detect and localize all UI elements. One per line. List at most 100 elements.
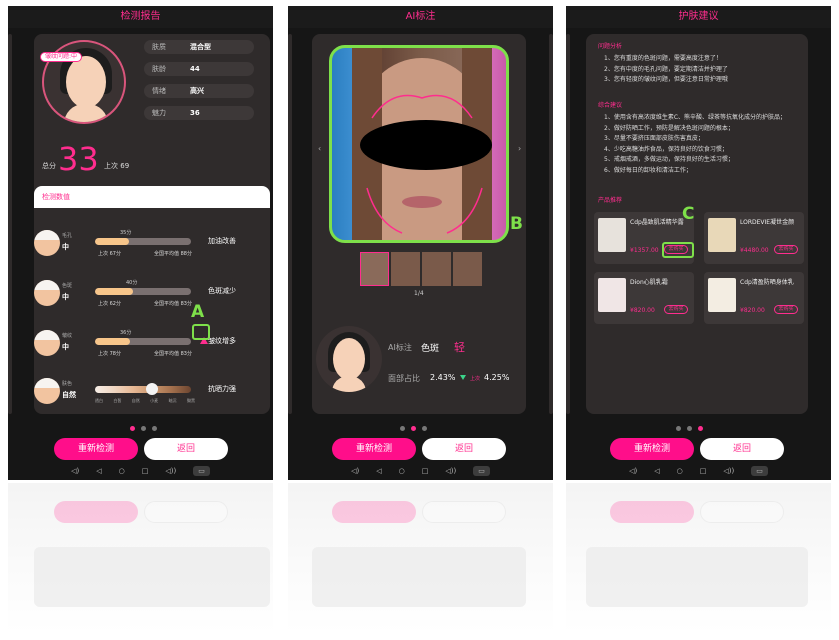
photo-thumbnails [360,252,482,286]
ai-type: 色斑 [421,344,440,354]
skin-tone-bar [95,386,191,393]
retest-button[interactable]: 重新检测 [332,438,416,460]
thumbnail-2[interactable] [391,252,420,286]
detection-report-screen: 检测报告 皱纹问题:中 肤质 混合型 肤龄 44 情绪 高兴 魅力 36 总分 33 上… [8,6,273,480]
system-nav-bar: ◁) ◁ ○ □ ◁)) ▭ [8,462,273,480]
metric-skin-tone: 肤色 自然 透白 白皙 自然 小麦 暗沉 黝黑 抗晒力强 [34,372,273,416]
advice-title: 综合建议 [598,102,623,109]
system-nav-bar: ◁) ◁ ○ □ ◁)) ▭ [288,462,553,480]
stage: 检测报告 皱纹问题:中 肤质 混合型 肤龄 44 情绪 高兴 魅力 36 总分 33 上… [0,0,839,640]
next-card-peek [549,34,553,414]
volume-down-icon[interactable]: ◁) [629,467,637,475]
page-title: 检测报告 [8,6,273,28]
product-card-3[interactable]: Dion心肌乳霜 ¥820.00 去购买 [594,272,694,324]
stat-skin-type: 肤质 混合型 [144,40,254,54]
spots-icon [34,280,60,306]
total-score: 33 [58,140,99,178]
buy-button[interactable]: 去购买 [774,305,798,314]
stat-charm: 魅力 36 [144,106,254,120]
annotation-a: A [191,302,205,322]
skincare-advice-screen: 护肤建议 问题分析 1、您有重度的色斑问题，需要高度注意了！ 2、您有中度的毛孔… [566,6,831,480]
last-label: 上次 [470,376,481,382]
ratio-label: 面部占比 [388,374,420,383]
prev-card-peek [288,34,292,414]
product-image [708,278,736,312]
prev-photo-icon[interactable]: ‹ [318,144,321,153]
page-title: 护肤建议 [566,6,831,28]
thumbnail-3[interactable] [422,252,451,286]
tab-detection-values[interactable]: 检测数值 [34,186,270,208]
product-card-4[interactable]: Cdp清盈防晒身体乳 ¥820.00 去购买 [704,272,804,324]
home-icon[interactable]: ○ [677,467,683,475]
page-title: AI标注 [288,6,553,28]
recents-icon[interactable]: □ [142,467,149,475]
back-icon[interactable]: ◁ [96,467,101,475]
last-score: 上次 69 [104,162,130,170]
recents-icon[interactable]: □ [700,467,707,475]
recents-icon[interactable]: □ [422,467,429,475]
metric-spots: 色斑 中 40分 上次 62分 全国平均值 83分 色斑减少 [34,274,273,318]
product-image [598,278,626,312]
page-dots [400,426,427,431]
back-button[interactable]: 返回 [422,438,506,460]
screenshot-icon[interactable]: ▭ [751,466,768,476]
face-diagram [316,326,382,392]
skin-tone-icon [34,378,60,404]
volume-up-icon[interactable]: ◁)) [445,467,456,475]
page-dots [130,426,157,431]
face-photo [329,45,509,243]
prev-card-peek [8,34,12,414]
annotation-b: B [510,214,523,234]
back-button[interactable]: 返回 [700,438,784,460]
home-icon[interactable]: ○ [119,467,125,475]
annotation-c: C [682,204,695,224]
prev-card-peek [566,34,570,414]
buy-button[interactable]: 去购买 [774,245,798,254]
metric-pores: 毛孔 中 35分 上次 67分 全国平均值 88分 加油改善 [34,224,273,268]
screenshot-icon[interactable]: ▭ [473,466,490,476]
thumbnail-4[interactable] [453,252,482,286]
volume-down-icon[interactable]: ◁) [351,467,359,475]
ai-annotation-screen: AI标注 ‹ › B 1/4 AI标注 色斑 轻 面部占比 2.43% 上次 4… [288,6,553,480]
volume-up-icon[interactable]: ◁)) [723,467,734,475]
home-icon[interactable]: ○ [399,467,405,475]
product-image [598,218,626,252]
annotation-a-box [192,324,210,340]
ratio-value: 2.43% [430,373,456,382]
reflection-1 [8,483,273,633]
back-icon[interactable]: ◁ [376,467,381,475]
retest-button[interactable]: 重新检测 [54,438,138,460]
total-label: 总分 [42,162,56,170]
pores-bar [95,238,191,245]
volume-up-icon[interactable]: ◁)) [165,467,176,475]
screenshot-icon[interactable]: ▭ [193,466,210,476]
problems-title: 问题分析 [598,43,623,50]
metric-wrinkles: 皱纹 中 36分 上次 78分 全国平均值 83分 皱纹增多 [34,324,273,368]
problems-list: 1、您有重度的色斑问题，需要高度注意了！ 2、您有中度的毛孔问题，要定期清洁并护… [604,55,728,83]
photo-pager: 1/4 [414,290,424,297]
next-photo-icon[interactable]: › [518,144,521,153]
volume-down-icon[interactable]: ◁) [71,467,79,475]
thumbnail-1[interactable] [360,252,389,286]
buy-button[interactable]: 去购买 [664,305,688,314]
skin-tone-labels: 透白 白皙 自然 小麦 暗沉 黝黑 [95,398,195,403]
wrinkles-bar [95,338,191,345]
retest-button[interactable]: 重新检测 [610,438,694,460]
wrinkle-bubble: 皱纹问题:中 [40,52,83,62]
product-card-2[interactable]: LORDEVIE凝世金颜 ¥4480.00 去购买 [704,212,804,264]
reflection-2 [288,483,553,633]
ai-level: 轻 [454,341,465,354]
page-dots [676,426,703,431]
stat-mood: 情绪 高兴 [144,84,254,98]
back-button[interactable]: 返回 [144,438,228,460]
spot-overlay [366,94,483,234]
product-image [708,218,736,252]
advice-list: 1、使用含有高浓度维生素C、熊辛酸、绿茶等抗氧化成分的护肤品； 2、做好防晒工作… [604,114,787,174]
back-icon[interactable]: ◁ [654,467,659,475]
system-nav-bar: ◁) ◁ ○ □ ◁)) ▭ [566,462,831,480]
spots-bar [95,288,191,295]
trend-down-icon [460,375,466,380]
wrinkles-icon [34,330,60,356]
ai-label: AI标注 [388,343,412,352]
last-value: 4.25% [484,373,510,382]
